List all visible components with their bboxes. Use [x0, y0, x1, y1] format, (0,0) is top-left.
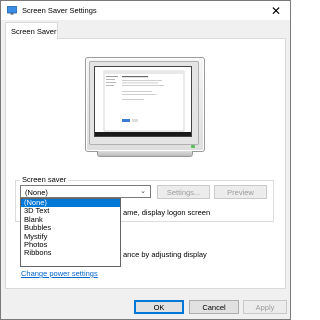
desktop-thumbnail [103, 70, 185, 132]
dropdown-option-ribbons[interactable]: Ribbons [21, 248, 120, 257]
thumbnail-taskbar [95, 132, 191, 136]
ok-button-label: OK [153, 302, 165, 312]
screen-saver-select[interactable]: (None) ⌄ [20, 185, 151, 198]
window-title: Screen Saver Settings [22, 6, 97, 15]
apply-button[interactable]: Apply [243, 300, 287, 314]
chevron-down-icon: ⌄ [140, 187, 146, 195]
settings-button-label: Settings... [166, 187, 201, 197]
cancel-button-label: Cancel [202, 302, 226, 312]
screen-saver-group-label: Screen saver [20, 175, 69, 184]
ok-button[interactable]: OK [134, 300, 184, 314]
close-button[interactable]: ✕ [263, 2, 289, 19]
monitor-preview [85, 57, 205, 158]
monitor-stand [97, 151, 193, 157]
tab-screen-saver[interactable]: Screen Saver [5, 22, 58, 39]
settings-button[interactable]: Settings... [157, 185, 210, 199]
preview-button-label: Preview [227, 187, 254, 197]
change-power-settings-link[interactable]: Change power settings [21, 269, 98, 278]
close-icon: ✕ [270, 3, 282, 18]
monitor-screen [94, 66, 192, 137]
cancel-button[interactable]: Cancel [189, 300, 239, 314]
screen-saver-dropdown-list: (None) 3D Text Blank Bubbles Mystify Pho… [20, 198, 121, 267]
monitor-power-led [191, 145, 195, 148]
logon-screen-label: ame, display logon screen [123, 208, 211, 217]
title-bar: Screen Saver Settings ✕ [1, 1, 290, 20]
power-management-text: ance by adjusting display [123, 250, 207, 259]
preview-button[interactable]: Preview [214, 185, 267, 199]
tab-label: Screen Saver [11, 27, 57, 36]
apply-button-label: Apply [255, 302, 275, 312]
screen-saver-settings-window: Screen Saver Settings ✕ Screen Saver Scr… [0, 0, 291, 320]
screen-saver-app-icon [7, 6, 17, 15]
screen-saver-select-value: (None) [25, 188, 48, 197]
